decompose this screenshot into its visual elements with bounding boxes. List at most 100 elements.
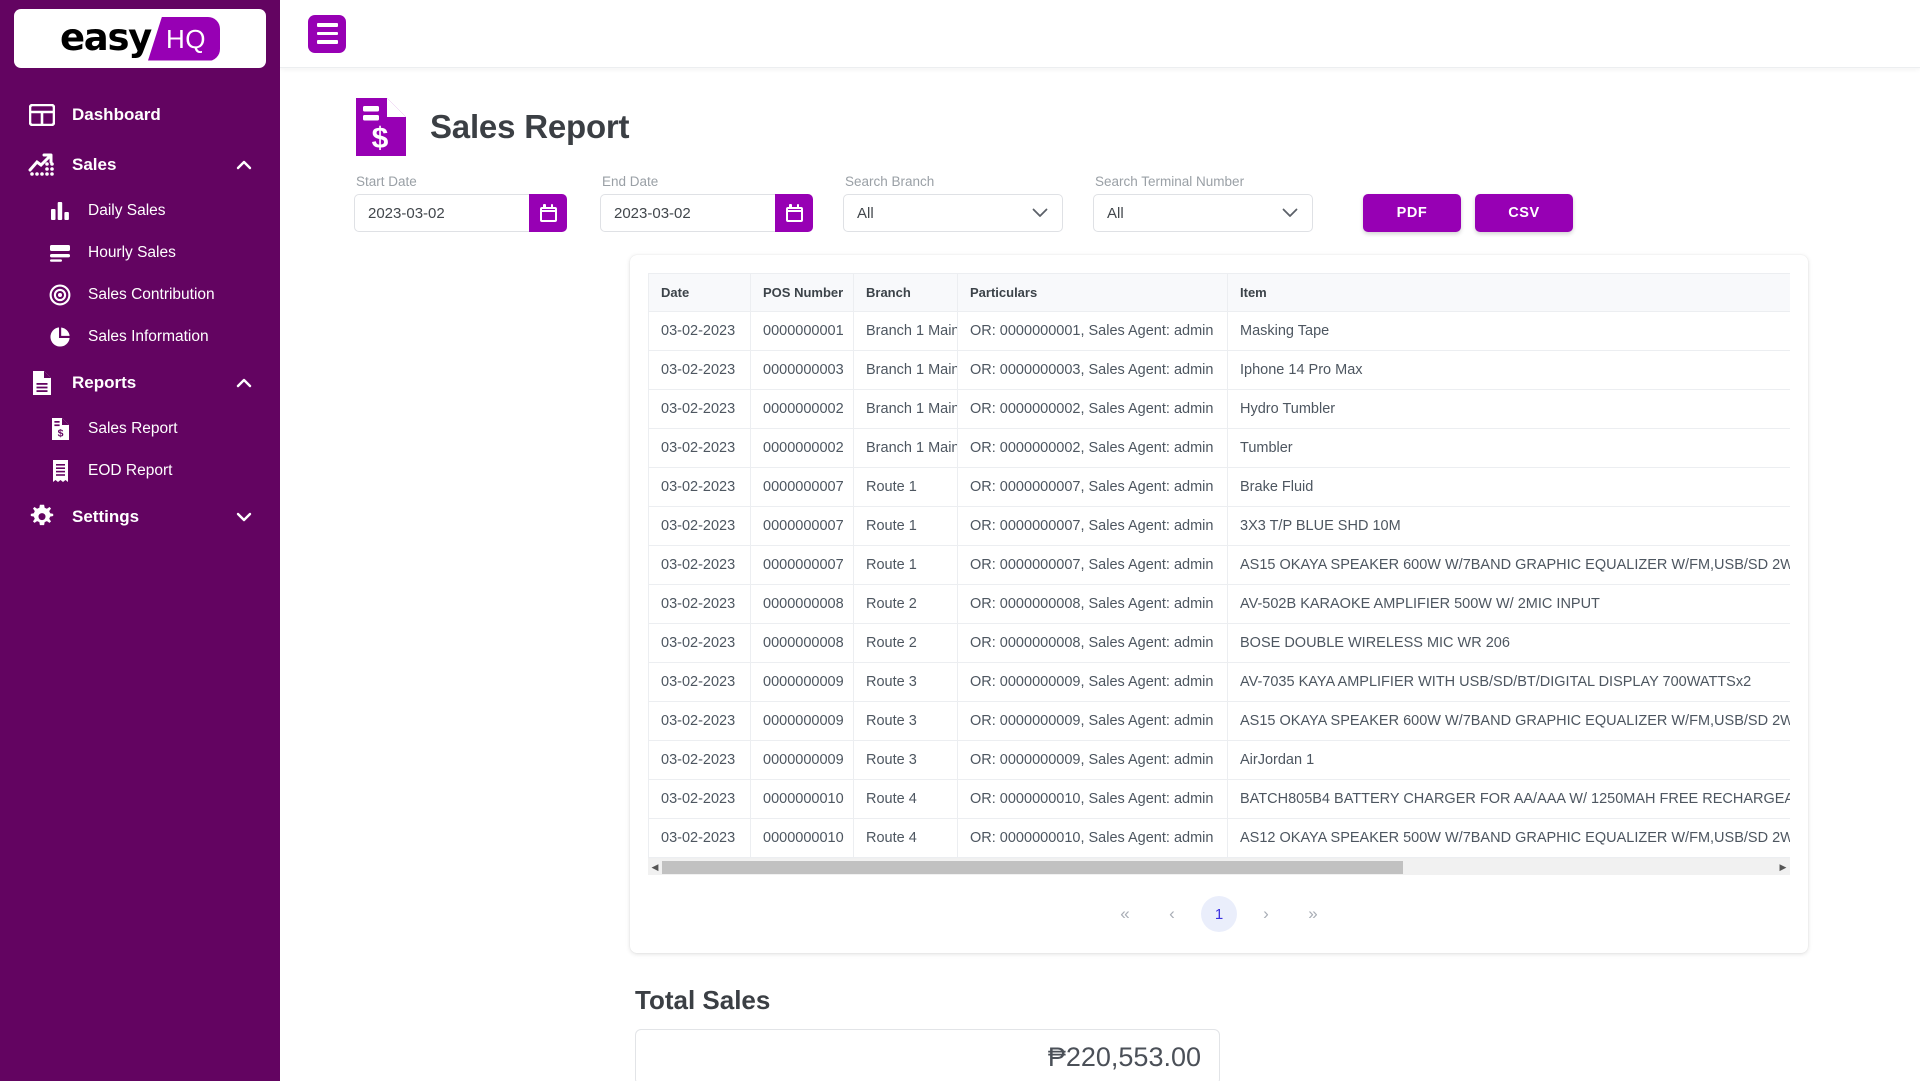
table-cell: Route 4 xyxy=(853,818,958,858)
table-header-row: Date POS Number Branch Particulars Item xyxy=(648,273,1790,312)
table-cell: OR: 0000000007, Sales Agent: admin xyxy=(957,467,1228,507)
sidebar-item-sales-information[interactable]: Sales Information xyxy=(0,316,280,358)
table-cell: Tumbler xyxy=(1227,428,1790,468)
pdf-export-button[interactable]: PDF xyxy=(1363,194,1461,232)
search-terminal-select[interactable]: All xyxy=(1093,194,1313,232)
table-cell: Route 1 xyxy=(853,506,958,546)
pagination-next[interactable]: › xyxy=(1248,896,1284,932)
table-column-header: POS Number xyxy=(750,273,854,312)
table-cell: 0000000010 xyxy=(750,818,854,858)
sidebar-item-dashboard[interactable]: Dashboard xyxy=(0,90,280,140)
table-cell: 0000000007 xyxy=(750,545,854,585)
table-row[interactable]: 03-02-2023 0000000007 Route 1 OR: 000000000… xyxy=(648,467,1790,507)
sidebar-item-label: Reports xyxy=(72,373,137,392)
sidebar-item-label: Daily Sales xyxy=(88,202,166,219)
end-date-calendar-button[interactable] xyxy=(775,194,813,232)
scroll-right-arrow[interactable]: ▶ xyxy=(1776,862,1790,872)
pagination-first[interactable]: « xyxy=(1107,896,1143,932)
sidebar-item-reports[interactable]: Reports xyxy=(0,358,280,408)
filter-bar: Start Date 2023-03-02 End Date 2023-03-0… xyxy=(280,174,1920,232)
table-cell: 0000000003 xyxy=(750,350,854,390)
table-cell: OR: 0000000008, Sales Agent: admin xyxy=(957,584,1228,624)
chevron-up-icon[interactable] xyxy=(236,157,252,173)
table-cell: 0000000001 xyxy=(750,311,854,351)
sidebar-item-settings[interactable]: Settings xyxy=(0,492,280,542)
end-date-input[interactable]: 2023-03-02 xyxy=(600,194,775,232)
search-terminal-label: Search Terminal Number xyxy=(1095,174,1245,189)
table-row[interactable]: 03-02-2023 0000000002 Branch 1 Main OR: 000… xyxy=(648,428,1790,468)
search-terminal-field: Search Terminal Number All xyxy=(1093,174,1313,232)
sidebar-item-sales[interactable]: Sales xyxy=(0,140,280,190)
hamburger-icon[interactable] xyxy=(308,14,346,53)
search-branch-select[interactable]: All xyxy=(843,194,1063,232)
search-branch-value: All xyxy=(857,204,874,222)
table-cell: 03-02-2023 xyxy=(648,311,751,351)
table-row[interactable]: 03-02-2023 0000000001 Branch 1 Main OR: 000… xyxy=(648,311,1790,351)
table-cell: 0000000002 xyxy=(750,428,854,468)
table-row[interactable]: 03-02-2023 0000000008 Route 2 OR: 000000000… xyxy=(648,623,1790,663)
bar-chart-icon xyxy=(42,201,78,221)
table-scroll-container[interactable]: Date POS Number Branch Particulars Item 03-0… xyxy=(648,273,1790,858)
table-row[interactable]: 03-02-2023 0000000010 Route 4 OR: 000000001… xyxy=(648,779,1790,819)
chevron-down-icon xyxy=(1282,208,1298,218)
table-cell: Route 3 xyxy=(853,740,958,780)
table-body: 03-02-2023 0000000001 Branch 1 Main OR: 000… xyxy=(648,311,1790,858)
table-cell: OR: 0000000007, Sales Agent: admin xyxy=(957,506,1228,546)
table-cell: OR: 0000000009, Sales Agent: admin xyxy=(957,740,1228,780)
horizontal-scrollbar[interactable]: ◀ ▶ xyxy=(648,858,1790,875)
sidebar-item-hourly-sales[interactable]: Hourly Sales xyxy=(0,232,280,274)
table-row[interactable]: 03-02-2023 0000000007 Route 1 OR: 000000000… xyxy=(648,506,1790,546)
sidebar-item-sales-contribution[interactable]: Sales Contribution xyxy=(0,274,280,316)
table-cell: Brake Fluid xyxy=(1227,467,1790,507)
table-row[interactable]: 03-02-2023 0000000009 Route 3 OR: 000000000… xyxy=(648,701,1790,741)
start-date-input[interactable]: 2023-03-02 xyxy=(354,194,529,232)
table-row[interactable]: 03-02-2023 0000000003 Branch 1 Main OR: 000… xyxy=(648,350,1790,390)
table-cell: 03-02-2023 xyxy=(648,428,751,468)
table-cell: AV-502B KARAOKE AMPLIFIER 500W W/ 2MIC I… xyxy=(1227,584,1790,624)
table-cell: BOSE DOUBLE WIRELESS MIC WR 206 xyxy=(1227,623,1790,663)
table-cell: OR: 0000000001, Sales Agent: admin xyxy=(957,311,1228,351)
table-cell: AS12 OKAYA SPEAKER 500W W/7BAND GRAPHIC … xyxy=(1227,818,1790,858)
sidebar-item-sales-report[interactable]: $ Sales Report xyxy=(0,408,280,450)
table-cell: Route 1 xyxy=(853,467,958,507)
start-date-calendar-button[interactable] xyxy=(529,194,567,232)
table-row[interactable]: 03-02-2023 0000000010 Route 4 OR: 000000001… xyxy=(648,818,1790,858)
scroll-left-arrow[interactable]: ◀ xyxy=(648,862,662,872)
search-terminal-value: All xyxy=(1107,204,1124,222)
pagination: « ‹ 1 › » xyxy=(630,875,1808,953)
pagination-page-1[interactable]: 1 xyxy=(1201,896,1237,932)
calendar-icon xyxy=(785,204,803,222)
scrollbar-track[interactable] xyxy=(662,859,1776,876)
table-column-header: Date xyxy=(648,273,751,312)
document-dollar-icon: $ xyxy=(354,96,408,158)
chevron-up-icon[interactable] xyxy=(236,375,252,391)
table-cell: 0000000009 xyxy=(750,662,854,702)
table-row[interactable]: 03-02-2023 0000000009 Route 3 OR: 000000000… xyxy=(648,740,1790,780)
table-cell: 0000000002 xyxy=(750,389,854,429)
table-row[interactable]: 03-02-2023 0000000007 Route 1 OR: 000000000… xyxy=(648,545,1790,585)
scrollbar-thumb[interactable] xyxy=(662,860,1403,874)
sidebar-item-label: Dashboard xyxy=(72,105,161,124)
table-cell: AirJordan 1 xyxy=(1227,740,1790,780)
page-content: $ Sales Report Start Date 2023-03-02 End… xyxy=(280,68,1920,1081)
logo-badge: HQ xyxy=(148,16,220,61)
sales-report-card: Date POS Number Branch Particulars Item 03-0… xyxy=(630,255,1808,953)
table-cell: AS15 OKAYA SPEAKER 600W W/7BAND GRAPHIC … xyxy=(1227,701,1790,741)
sidebar-item-daily-sales[interactable]: Daily Sales xyxy=(0,190,280,232)
pagination-prev[interactable]: ‹ xyxy=(1154,896,1190,932)
table-cell: OR: 0000000009, Sales Agent: admin xyxy=(957,701,1228,741)
table-row[interactable]: 03-02-2023 0000000009 Route 3 OR: 000000000… xyxy=(648,662,1790,702)
end-date-label: End Date xyxy=(602,174,659,189)
table-cell: 03-02-2023 xyxy=(648,623,751,663)
pagination-last[interactable]: » xyxy=(1295,896,1331,932)
app-logo[interactable]: easy HQ xyxy=(14,9,266,68)
table-column-header: Branch xyxy=(853,273,958,312)
table-cell: Route 2 xyxy=(853,584,958,624)
sidebar-item-label: Sales Report xyxy=(88,420,178,437)
table-row[interactable]: 03-02-2023 0000000008 Route 2 OR: 000000000… xyxy=(648,584,1790,624)
sidebar-item-eod-report[interactable]: EOD Report xyxy=(0,450,280,492)
table-cell: OR: 0000000002, Sales Agent: admin xyxy=(957,428,1228,468)
csv-export-button[interactable]: CSV xyxy=(1475,194,1573,232)
chevron-down-icon[interactable] xyxy=(236,509,252,525)
table-row[interactable]: 03-02-2023 0000000002 Branch 1 Main OR: 000… xyxy=(648,389,1790,429)
